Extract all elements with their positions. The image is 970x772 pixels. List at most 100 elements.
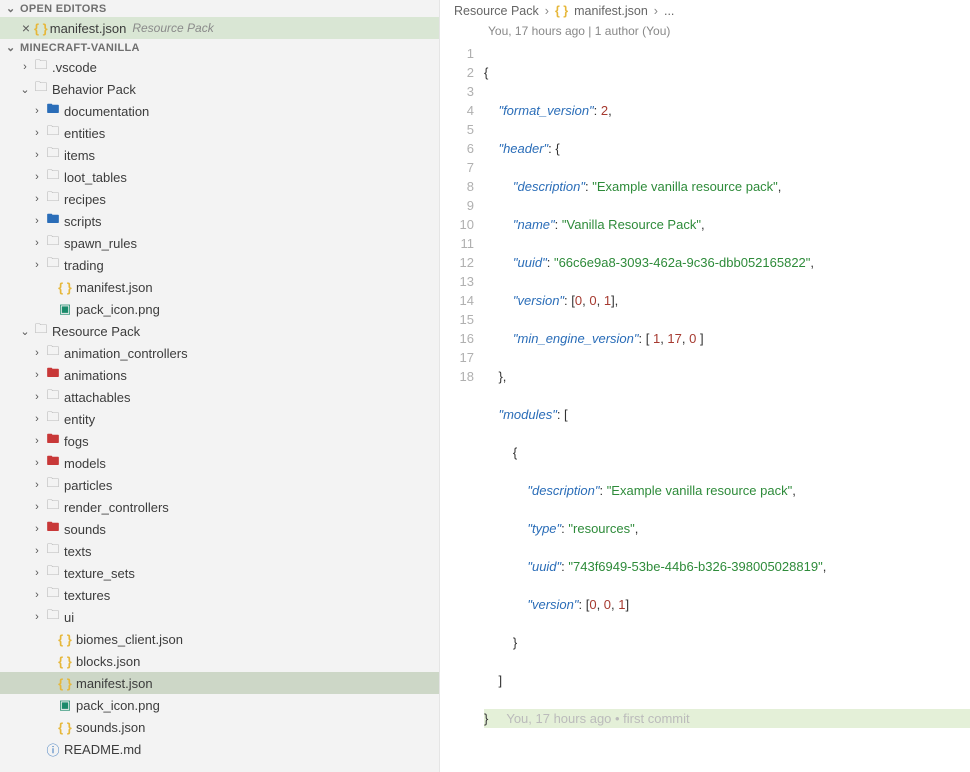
file-blocks[interactable]: { }blocks.json bbox=[0, 650, 439, 672]
chevron-right-icon: › bbox=[30, 413, 44, 425]
chevron-right-icon: › bbox=[30, 105, 44, 117]
folder-icon: 🖿 bbox=[44, 452, 62, 474]
file-rp-manifest[interactable]: { }manifest.json bbox=[0, 672, 439, 694]
folder-icon: 🗀 bbox=[44, 562, 62, 584]
chevron-right-icon: › bbox=[30, 347, 44, 359]
open-editors-header[interactable]: ⌄ OPEN EDITORS bbox=[0, 0, 439, 17]
chevron-right-icon: › bbox=[654, 4, 658, 18]
workspace-header[interactable]: ⌄ MINECRAFT-VANILLA bbox=[0, 39, 439, 56]
breadcrumb-item[interactable]: ... bbox=[664, 4, 674, 18]
folder-spawn-rules[interactable]: ›🗀spawn_rules bbox=[0, 232, 439, 254]
chevron-right-icon: › bbox=[30, 193, 44, 205]
chevron-right-icon: › bbox=[30, 435, 44, 447]
folder-behavior-pack[interactable]: ⌄🗀Behavior Pack bbox=[0, 78, 439, 100]
chevron-right-icon: › bbox=[30, 611, 44, 623]
json-icon: { } bbox=[56, 720, 74, 735]
breadcrumb-item[interactable]: Resource Pack bbox=[454, 4, 539, 18]
folder-icon: 🖿 bbox=[44, 518, 62, 540]
folder-render-controllers[interactable]: ›🗀render_controllers bbox=[0, 496, 439, 518]
file-rp-pack-icon[interactable]: ▣pack_icon.png bbox=[0, 694, 439, 716]
folder-icon: 🖿 bbox=[44, 364, 62, 386]
folder-icon: 🗀 bbox=[44, 254, 62, 276]
chevron-right-icon: › bbox=[30, 127, 44, 139]
folder-icon: 🗀 bbox=[44, 166, 62, 188]
folder-icon: 🗀 bbox=[44, 474, 62, 496]
file-sounds-json[interactable]: { }sounds.json bbox=[0, 716, 439, 738]
breadcrumb[interactable]: Resource Pack › { } manifest.json › ... bbox=[440, 0, 970, 22]
folder-models[interactable]: ›🖿models bbox=[0, 452, 439, 474]
chevron-right-icon: › bbox=[30, 589, 44, 601]
folder-attachables[interactable]: ›🗀attachables bbox=[0, 386, 439, 408]
json-icon: { } bbox=[56, 676, 74, 691]
file-bp-manifest[interactable]: { }manifest.json bbox=[0, 276, 439, 298]
folder-icon: 🗀 bbox=[44, 496, 62, 518]
chevron-down-icon: ⌄ bbox=[18, 325, 32, 338]
folder-fogs[interactable]: ›🖿fogs bbox=[0, 430, 439, 452]
code-area[interactable]: 123456789101112131415161718 { "format_ve… bbox=[440, 44, 970, 766]
close-icon[interactable]: × bbox=[18, 20, 34, 36]
folder-icon: 🗀 bbox=[44, 122, 62, 144]
folder-icon: 🖿 bbox=[44, 430, 62, 452]
folder-icon: 🗀 bbox=[44, 584, 62, 606]
line-gutter: 123456789101112131415161718 bbox=[440, 44, 484, 766]
folder-trading[interactable]: ›🗀trading bbox=[0, 254, 439, 276]
json-icon: { } bbox=[56, 280, 74, 295]
breadcrumb-item[interactable]: manifest.json bbox=[574, 4, 648, 18]
folder-texture-sets[interactable]: ›🗀texture_sets bbox=[0, 562, 439, 584]
file-readme[interactable]: ⓘREADME.md bbox=[0, 738, 439, 760]
folder-entity[interactable]: ›🗀entity bbox=[0, 408, 439, 430]
folder-animations[interactable]: ›🖿animations bbox=[0, 364, 439, 386]
folder-particles[interactable]: ›🗀particles bbox=[0, 474, 439, 496]
gitlens-inline: You, 17 hours ago • first commit bbox=[506, 711, 689, 726]
file-biomes-client[interactable]: { }biomes_client.json bbox=[0, 628, 439, 650]
chevron-right-icon: › bbox=[30, 567, 44, 579]
folder-icon: 🖿 bbox=[44, 210, 62, 232]
folder-vscode[interactable]: ›🗀.vscode bbox=[0, 56, 439, 78]
folder-entities[interactable]: ›🗀entities bbox=[0, 122, 439, 144]
file-bp-pack-icon[interactable]: ▣pack_icon.png bbox=[0, 298, 439, 320]
folder-icon: 🖿 bbox=[44, 100, 62, 122]
folder-icon: 🗀 bbox=[32, 56, 50, 78]
editor-pane: Resource Pack › { } manifest.json › ... Yo… bbox=[440, 0, 970, 772]
json-icon: { } bbox=[56, 632, 74, 647]
chevron-right-icon: › bbox=[30, 259, 44, 271]
chevron-right-icon: › bbox=[18, 61, 32, 73]
open-editor-hint: Resource Pack bbox=[132, 21, 213, 35]
folder-icon: 🗀 bbox=[32, 78, 50, 100]
folder-documentation[interactable]: ›🖿documentation bbox=[0, 100, 439, 122]
image-icon: ▣ bbox=[56, 697, 74, 713]
open-editor-item[interactable]: × { } manifest.json Resource Pack bbox=[0, 17, 439, 39]
image-icon: ▣ bbox=[56, 301, 74, 317]
folder-items[interactable]: ›🗀items bbox=[0, 144, 439, 166]
chevron-right-icon: › bbox=[30, 237, 44, 249]
chevron-right-icon: › bbox=[30, 391, 44, 403]
chevron-right-icon: › bbox=[545, 4, 549, 18]
folder-ui[interactable]: ›🗀ui bbox=[0, 606, 439, 628]
folder-icon: 🗀 bbox=[32, 320, 50, 342]
info-icon: ⓘ bbox=[44, 740, 62, 759]
folder-recipes[interactable]: ›🗀recipes bbox=[0, 188, 439, 210]
json-icon: { } bbox=[555, 4, 568, 18]
folder-texts[interactable]: ›🗀texts bbox=[0, 540, 439, 562]
folder-resource-pack[interactable]: ⌄🗀Resource Pack bbox=[0, 320, 439, 342]
chevron-right-icon: › bbox=[30, 479, 44, 491]
folder-icon: 🗀 bbox=[44, 144, 62, 166]
folder-icon: 🗀 bbox=[44, 408, 62, 430]
json-icon: { } bbox=[56, 654, 74, 669]
chevron-right-icon: › bbox=[30, 171, 44, 183]
code-content[interactable]: { "format_version": 2, "header": { "desc… bbox=[484, 44, 970, 766]
gitlens-annotation: You, 17 hours ago | 1 author (You) bbox=[440, 22, 970, 44]
folder-icon: 🗀 bbox=[44, 386, 62, 408]
folder-icon: 🗀 bbox=[44, 606, 62, 628]
folder-scripts[interactable]: ›🖿scripts bbox=[0, 210, 439, 232]
workspace-label: MINECRAFT-VANILLA bbox=[20, 42, 140, 54]
chevron-right-icon: › bbox=[30, 545, 44, 557]
folder-loot-tables[interactable]: ›🗀loot_tables bbox=[0, 166, 439, 188]
chevron-right-icon: › bbox=[30, 457, 44, 469]
folder-icon: 🗀 bbox=[44, 540, 62, 562]
folder-textures[interactable]: ›🗀textures bbox=[0, 584, 439, 606]
folder-animation-controllers[interactable]: ›🗀animation_controllers bbox=[0, 342, 439, 364]
folder-sounds[interactable]: ›🖿sounds bbox=[0, 518, 439, 540]
open-editor-label: manifest.json bbox=[50, 21, 127, 36]
open-editors-label: OPEN EDITORS bbox=[20, 3, 107, 15]
